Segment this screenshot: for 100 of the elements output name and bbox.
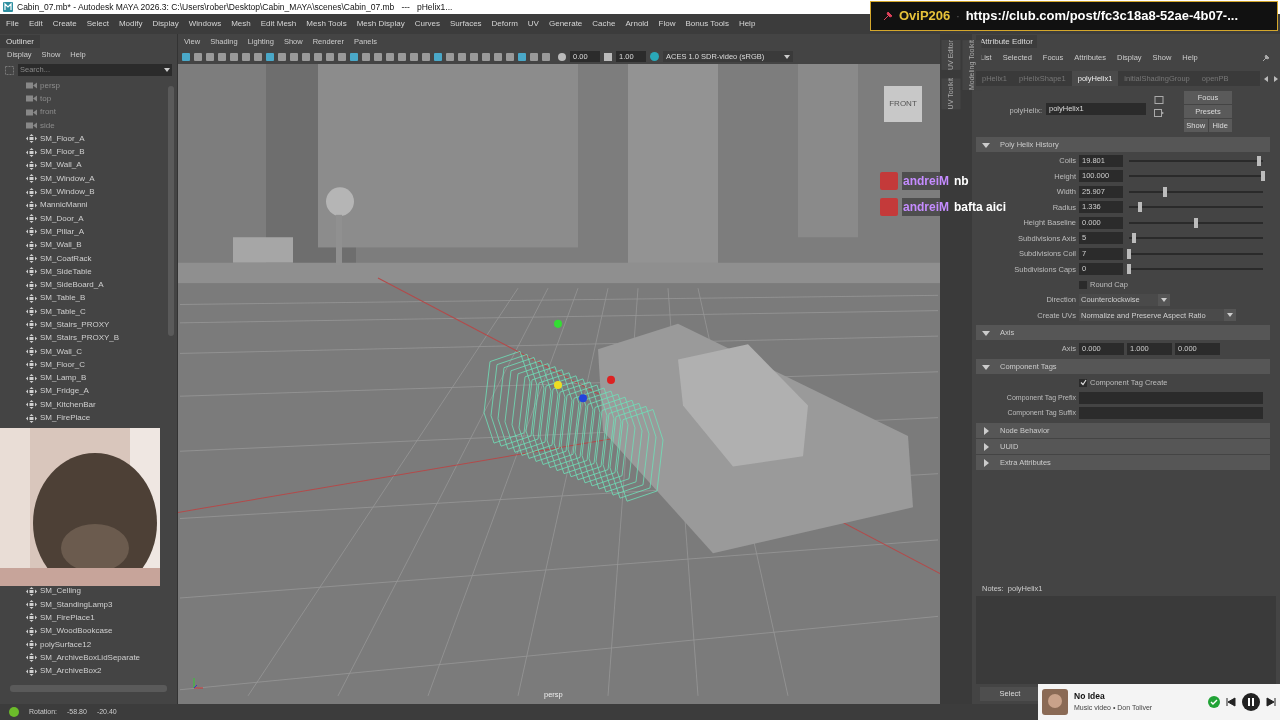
outliner-item[interactable]: SM_Floor_B [40,146,85,159]
menu-item[interactable]: Surfaces [450,18,482,30]
menu-item[interactable]: Curves [414,18,440,30]
panel-tab[interactable]: Attribute Editor [976,35,1037,48]
slider-thumb[interactable] [1194,217,1198,228]
load-input-icon[interactable] [1154,96,1164,104]
next-icon[interactable] [1266,697,1276,707]
chat-username: andreiM [902,198,950,216]
slider-thumb[interactable] [1127,264,1131,275]
pinned-link[interactable]: https://club.com/post/fc3c18a8-52ae-4b07-... [965,6,1239,26]
menu-item[interactable]: Select [86,18,109,30]
outliner-item[interactable]: SM_FirePlace1 [40,611,95,624]
outliner-item[interactable]: SM_Table_C [40,305,86,318]
check-icon[interactable] [1208,696,1220,708]
manipulator-handles[interactable] [554,319,615,403]
menu-item[interactable]: Bonus Tools [685,18,729,30]
axis-icon [192,676,204,690]
menu-item[interactable]: Deform [491,18,518,30]
outliner-item[interactable]: SM_Window_A [40,172,95,185]
menu-item[interactable]: Edit Mesh [260,18,297,30]
outliner-item[interactable]: SM_SideBoard_A [40,279,104,292]
checkbox[interactable] [1079,280,1087,289]
outliner-item[interactable]: SM_Stairs_PROXY [40,319,110,331]
helix-wireframe[interactable] [483,351,664,502]
menu-item[interactable]: Cache [592,18,616,30]
view-cube-label: FRONT [889,98,917,110]
slider-thumb[interactable] [1137,202,1142,213]
gamma-icon[interactable] [604,52,612,61]
media-title: No Idea [1074,690,1106,704]
menu-item[interactable]: Mesh Display [356,18,405,30]
menu-item[interactable]: UV [527,18,539,30]
outliner-item[interactable]: SM_Wall_C [40,345,82,358]
chat-avatar [880,172,898,190]
text-field[interactable] [1079,391,1263,404]
menu-item[interactable]: File [6,18,19,30]
checkbox[interactable] [1079,378,1087,387]
check-icon [1079,379,1087,386]
menu-item[interactable]: Mesh [231,18,251,30]
menu-item[interactable]: Flow [658,18,676,30]
menu-item[interactable]: Modify [118,18,143,30]
outliner-item[interactable]: SM_Fridge_A [40,385,89,398]
outliner-item[interactable]: polySurface12 [40,638,92,651]
outliner-item[interactable]: SM_StandingLamp3 [40,598,113,611]
outliner-item[interactable]: SM_ArchiveBoxLidSeparate [40,651,141,664]
outliner-item[interactable]: SM_Floor_C [40,358,85,371]
menu-item[interactable]: Mesh Tools [306,18,347,30]
chat-message: nb [954,173,969,190]
menu-item[interactable]: Create [52,18,77,30]
outliner-item[interactable]: MannicManni [40,199,88,212]
menu-item[interactable]: Arnold [625,18,649,30]
menu-item[interactable]: Windows [188,18,222,30]
filter-icon[interactable] [5,65,14,75]
color-management-icon[interactable] [650,52,659,61]
outliner-item[interactable]: SM_Table_B [40,292,86,305]
help-icon[interactable] [9,707,19,717]
outliner-item[interactable]: SM_SideTable [40,265,92,278]
slider-thumb[interactable] [1132,233,1137,244]
chat-username: andreiM [902,172,950,190]
notes-field[interactable] [976,596,1276,684]
slider-thumb[interactable] [1127,248,1131,259]
menu-item[interactable]: Edit [28,18,43,30]
menu-item[interactable]: Display [152,18,179,30]
pinned-user: OviP206 [899,7,951,26]
outliner-item[interactable]: SM_KitchenBar [40,398,96,411]
outliner-item[interactable]: SM_Wall_A [40,159,82,172]
text-field[interactable] [1079,407,1263,420]
outliner-item[interactable]: SM_Door_A [40,212,84,225]
view-cube[interactable]: FRONT [884,86,922,122]
outliner-item[interactable]: SM_Pillar_A [40,225,84,238]
caret-icon [784,54,790,59]
expand-triangle-icon[interactable] [982,362,990,371]
separator: · [956,9,960,24]
caret-icon [1160,297,1167,302]
menu-item[interactable]: Help [738,18,756,30]
outliner-item[interactable]: SM_Lamp_B [40,372,87,385]
outliner-item[interactable]: SM_Floor_A [40,132,85,145]
caret-icon[interactable] [164,68,170,72]
pin-icon[interactable] [1262,54,1270,62]
expand-triangle-icon[interactable] [982,140,990,149]
outliner-item[interactable]: SM_ArchiveBox2 [40,665,102,678]
previous-icon[interactable] [1226,697,1236,707]
outliner-item[interactable]: SM_WoodBookcase [40,625,113,638]
expand-triangle-icon[interactable] [982,328,990,337]
outliner-item[interactable]: SM_Window_B [40,186,95,198]
outliner-item[interactable]: SM_Stairs_PROXY_B [40,332,120,345]
panel-tab[interactable]: Outliner [0,35,40,48]
pause-icon[interactable] [1242,693,1260,711]
slider-thumb[interactable] [1261,171,1265,182]
outliner-item[interactable]: SM_Wall_B [40,239,82,252]
outliner-item[interactable]: SM_CoatRack [40,252,92,265]
exposure-icon[interactable] [558,52,566,61]
load-output-icon[interactable] [1154,109,1164,117]
slider-thumb[interactable] [1256,155,1261,166]
outliner-item[interactable]: SM_FirePlace [40,412,91,425]
menu-item[interactable]: Generate [548,18,583,30]
scroll-arrows-icon[interactable] [1264,75,1278,82]
album-art-icon [1042,689,1068,715]
chat-message: bafta aici [954,199,1007,216]
outliner-item[interactable]: SM_Celling [40,585,81,598]
slider-thumb[interactable] [1163,186,1168,197]
